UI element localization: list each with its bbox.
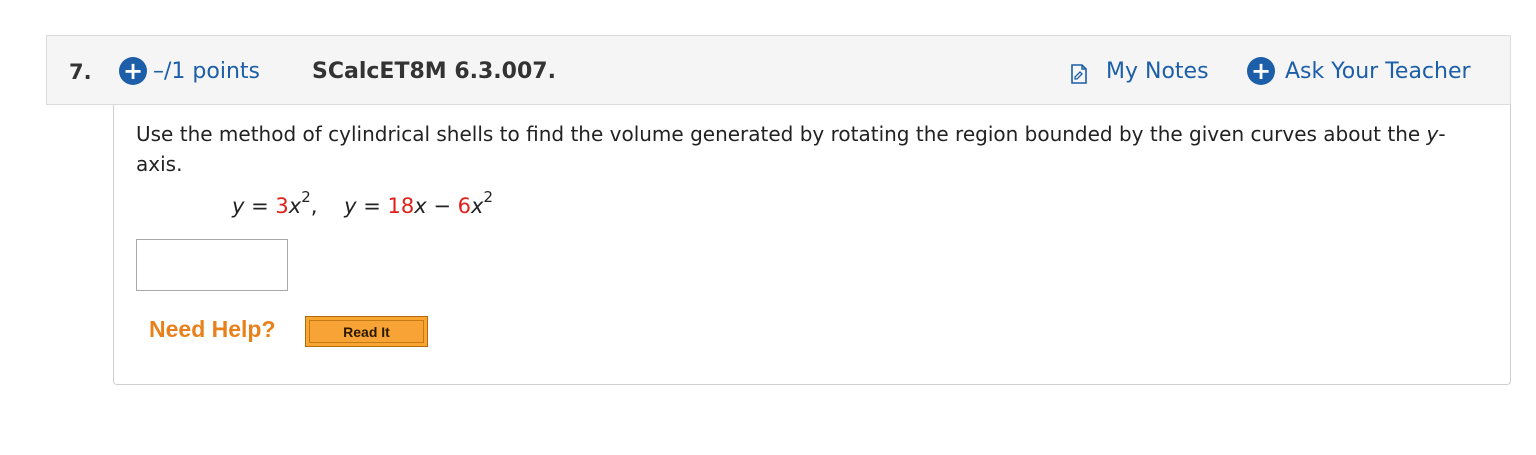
ask-teacher-link[interactable]: Ask Your Teacher <box>1285 59 1471 84</box>
prompt-text: Use the method of cylindrical shells to … <box>136 122 1427 146</box>
coefficient: 6 <box>457 194 472 218</box>
prompt-axis-variable: y <box>1426 122 1439 146</box>
question-header: 7. + –/1 points SCalcET8M 6.3.007. My No… <box>46 35 1511 105</box>
question-body: Use the method of cylindrical shells to … <box>113 105 1511 385</box>
note-icon[interactable] <box>1071 64 1087 84</box>
coefficient: 18 <box>387 194 415 218</box>
answer-input[interactable] <box>136 239 288 291</box>
plus-circle-icon[interactable]: + <box>1247 57 1275 85</box>
need-help-label: Need Help? <box>149 316 276 342</box>
question-code: SCalcET8M 6.3.007. <box>312 59 556 84</box>
plus-circle-icon[interactable]: + <box>119 57 147 85</box>
question-number: 7. <box>69 60 92 84</box>
coefficient: 3 <box>275 194 289 218</box>
question-prompt: Use the method of cylindrical shells to … <box>136 119 1476 179</box>
exponent: 2 <box>483 188 494 206</box>
read-it-label: Read It <box>309 320 424 343</box>
points-label: –/1 points <box>153 59 260 84</box>
curve-equations: y = 3x2, y = 18x − 6x2 <box>232 188 494 219</box>
read-it-button[interactable]: Read It <box>305 316 428 347</box>
exponent: 2 <box>301 188 311 206</box>
my-notes-link[interactable]: My Notes <box>1106 59 1209 84</box>
